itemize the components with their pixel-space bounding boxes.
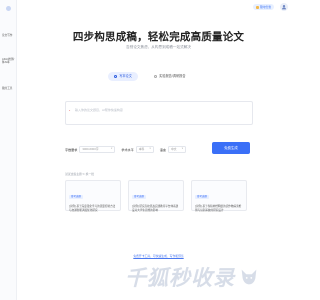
options-row: 字数要求 3000-6000字 ▾ 学术水平 本科 ▾ 语言 中文 ▾ xyxy=(65,145,192,153)
user-icon xyxy=(281,5,287,10)
generate-button[interactable]: 免费生成 xyxy=(212,142,250,154)
page-subtitle: 告别论文焦虑，从构思到成稿一站式解决 xyxy=(126,45,191,49)
tab-report[interactable]: 实验报告/调研报告 xyxy=(148,72,192,81)
card-text: [示例] 基于深度强化学习的流量控制方法与交通智能调度优化研究 xyxy=(69,205,116,212)
card-text: [示例] 基于卷积神经网络的农作物病害检测与识别系统的研究设计 xyxy=(195,205,242,212)
example-cards: 参考选题 [示例] 基于深度强化学习的流量控制方法与交通智能调度优化研究 参考选… xyxy=(65,180,247,212)
title-placeholder: 输入你的论文题目，AI帮你快速构思 xyxy=(75,108,123,112)
lang-value: 中文 xyxy=(170,147,177,151)
watermark-text: 千狐秒收录 xyxy=(125,267,235,290)
sidebar-item-paper-writing[interactable]: 论文写作 xyxy=(2,34,16,37)
avatar[interactable] xyxy=(280,3,288,11)
card-text: [示例] 研究高校思政实践教育平台体系建设对大学生思想的影响 xyxy=(132,205,179,212)
lang-select[interactable]: 中文 ▾ xyxy=(167,145,186,153)
example-card[interactable]: 参考选题 [示例] 基于深度强化学习的流量控制方法与交通智能调度优化研究 xyxy=(65,180,121,212)
tab-write-paper[interactable]: 写本论文 xyxy=(108,72,138,81)
card-badge: 参考选题 xyxy=(195,195,210,199)
card-badge: 参考选题 xyxy=(132,195,147,199)
words-label: 字数要求 xyxy=(65,147,78,152)
level-label: 学术水平 xyxy=(121,147,134,152)
radio-icon xyxy=(114,74,118,79)
tab-label: 写本论文 xyxy=(119,74,132,78)
tab-label: 实验报告/调研报告 xyxy=(159,74,186,78)
sidebar-item-my-tools[interactable]: 我的工具 xyxy=(2,87,16,90)
fox-logo-icon xyxy=(241,269,257,285)
watermark: 千狐秒收录 xyxy=(125,262,260,292)
example-card[interactable]: 参考选题 [示例] 研究高校思政实践教育平台体系建设对大学生思想的影响 xyxy=(128,180,184,212)
paper-title-input[interactable]: * 输入你的论文题目，AI帮你快速构思 xyxy=(65,101,253,125)
chevron-down-icon: ▾ xyxy=(149,147,151,150)
mode-tabs: 写本论文 实验报告/调研报告 xyxy=(108,72,192,81)
level-value: 本科 xyxy=(138,147,145,151)
required-mark: * xyxy=(69,108,71,113)
sidebar-item-aigc-detect[interactable]: AIGC检测/降AI率 xyxy=(2,58,16,64)
bottom-link[interactable]: 免费开卡工具，可快速生成、写作和预览 xyxy=(17,254,300,258)
chevron-down-icon: ▾ xyxy=(181,147,183,150)
card-badge: 参考选题 xyxy=(69,195,84,199)
lang-label: 语言 xyxy=(159,147,166,152)
app-logo xyxy=(6,6,11,11)
top-header: 限时优惠 xyxy=(17,0,300,14)
words-value: 3000-6000字 xyxy=(82,147,99,151)
page-title: 四步构思成稿，轻松完成高质量论文 xyxy=(72,31,245,43)
level-select[interactable]: 本科 ▾ xyxy=(135,145,154,153)
crown-icon xyxy=(255,5,259,9)
example-card[interactable]: 参考选题 [示例] 基于卷积神经网络的农作物病害检测与识别系统的研究设计 xyxy=(191,180,247,212)
examples-label[interactable]: 试试这些主题 ↻ 换一批 xyxy=(65,172,94,176)
words-select[interactable]: 3000-6000字 ▾ xyxy=(79,145,116,153)
vip-label: 限时优惠 xyxy=(259,5,271,9)
radio-icon xyxy=(153,74,158,79)
chevron-down-icon: ▾ xyxy=(111,147,113,150)
sidebar: 论文写作 AIGC检测/降AI率 我的工具 xyxy=(0,0,17,300)
vip-button[interactable]: 限时优惠 xyxy=(252,4,274,10)
